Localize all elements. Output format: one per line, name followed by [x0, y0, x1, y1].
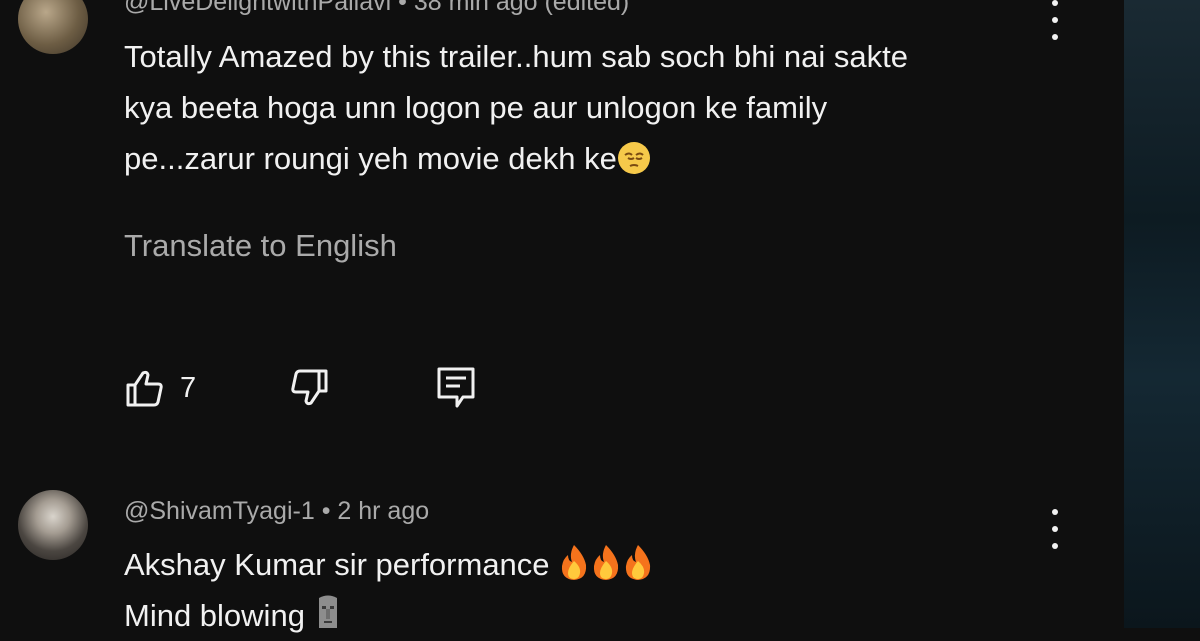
comment-line-text: pe...zarur roungi yeh movie dekh ke — [124, 141, 617, 176]
comment-text: Totally Amazed by this trailer..hum sab … — [124, 31, 908, 184]
more-options-icon[interactable] — [1043, 0, 1067, 40]
avatar[interactable] — [18, 490, 88, 560]
translate-link[interactable]: Translate to English — [124, 228, 397, 264]
fire-icon — [562, 545, 587, 580]
comment-line: pe...zarur roungi yeh movie dekh ke — [124, 133, 908, 184]
moai-icon — [318, 595, 337, 628]
meta-separator: • — [321, 497, 331, 525]
comment-meta: @ShivamTyagi-1 • 2 hr ago — [124, 497, 429, 526]
more-options-icon[interactable] — [1043, 509, 1067, 549]
like-count: 7 — [180, 372, 197, 404]
comment-author[interactable]: @LiveDelightwithPallavi — [124, 0, 391, 16]
avatar[interactable] — [18, 0, 88, 54]
thumbs-down-icon — [291, 369, 328, 406]
comment-meta: @LiveDelightwithPallavi • 38 min ago (ed… — [124, 0, 629, 17]
fire-icon — [626, 545, 651, 580]
comment-line: Totally Amazed by this trailer..hum sab … — [124, 39, 909, 74]
comment-line-text: Akshay Kumar sir performance — [124, 547, 550, 582]
comment-line: Akshay Kumar sir performance — [124, 539, 654, 590]
comment-line: kya beeta hoga unn logon pe aur unlogon … — [124, 90, 828, 125]
comment-text: Akshay Kumar sir performance Mind blowin… — [124, 539, 654, 641]
meta-separator: • — [398, 0, 407, 16]
comment-line: Mind blowing — [124, 590, 654, 641]
dislike-button[interactable] — [286, 366, 330, 415]
comment-time[interactable]: 38 min ago (edited) — [414, 0, 629, 16]
background-video-edge — [1124, 0, 1200, 628]
pensive-face-icon — [617, 142, 650, 174]
comment-time[interactable]: 2 hr ago — [337, 497, 429, 525]
like-button[interactable] — [124, 366, 168, 415]
comment-icon — [437, 367, 475, 408]
thumbs-up-icon — [126, 370, 163, 407]
fire-icon — [594, 545, 619, 580]
comment-author[interactable]: @ShivamTyagi-1 — [124, 497, 315, 525]
reply-button[interactable] — [436, 366, 476, 415]
